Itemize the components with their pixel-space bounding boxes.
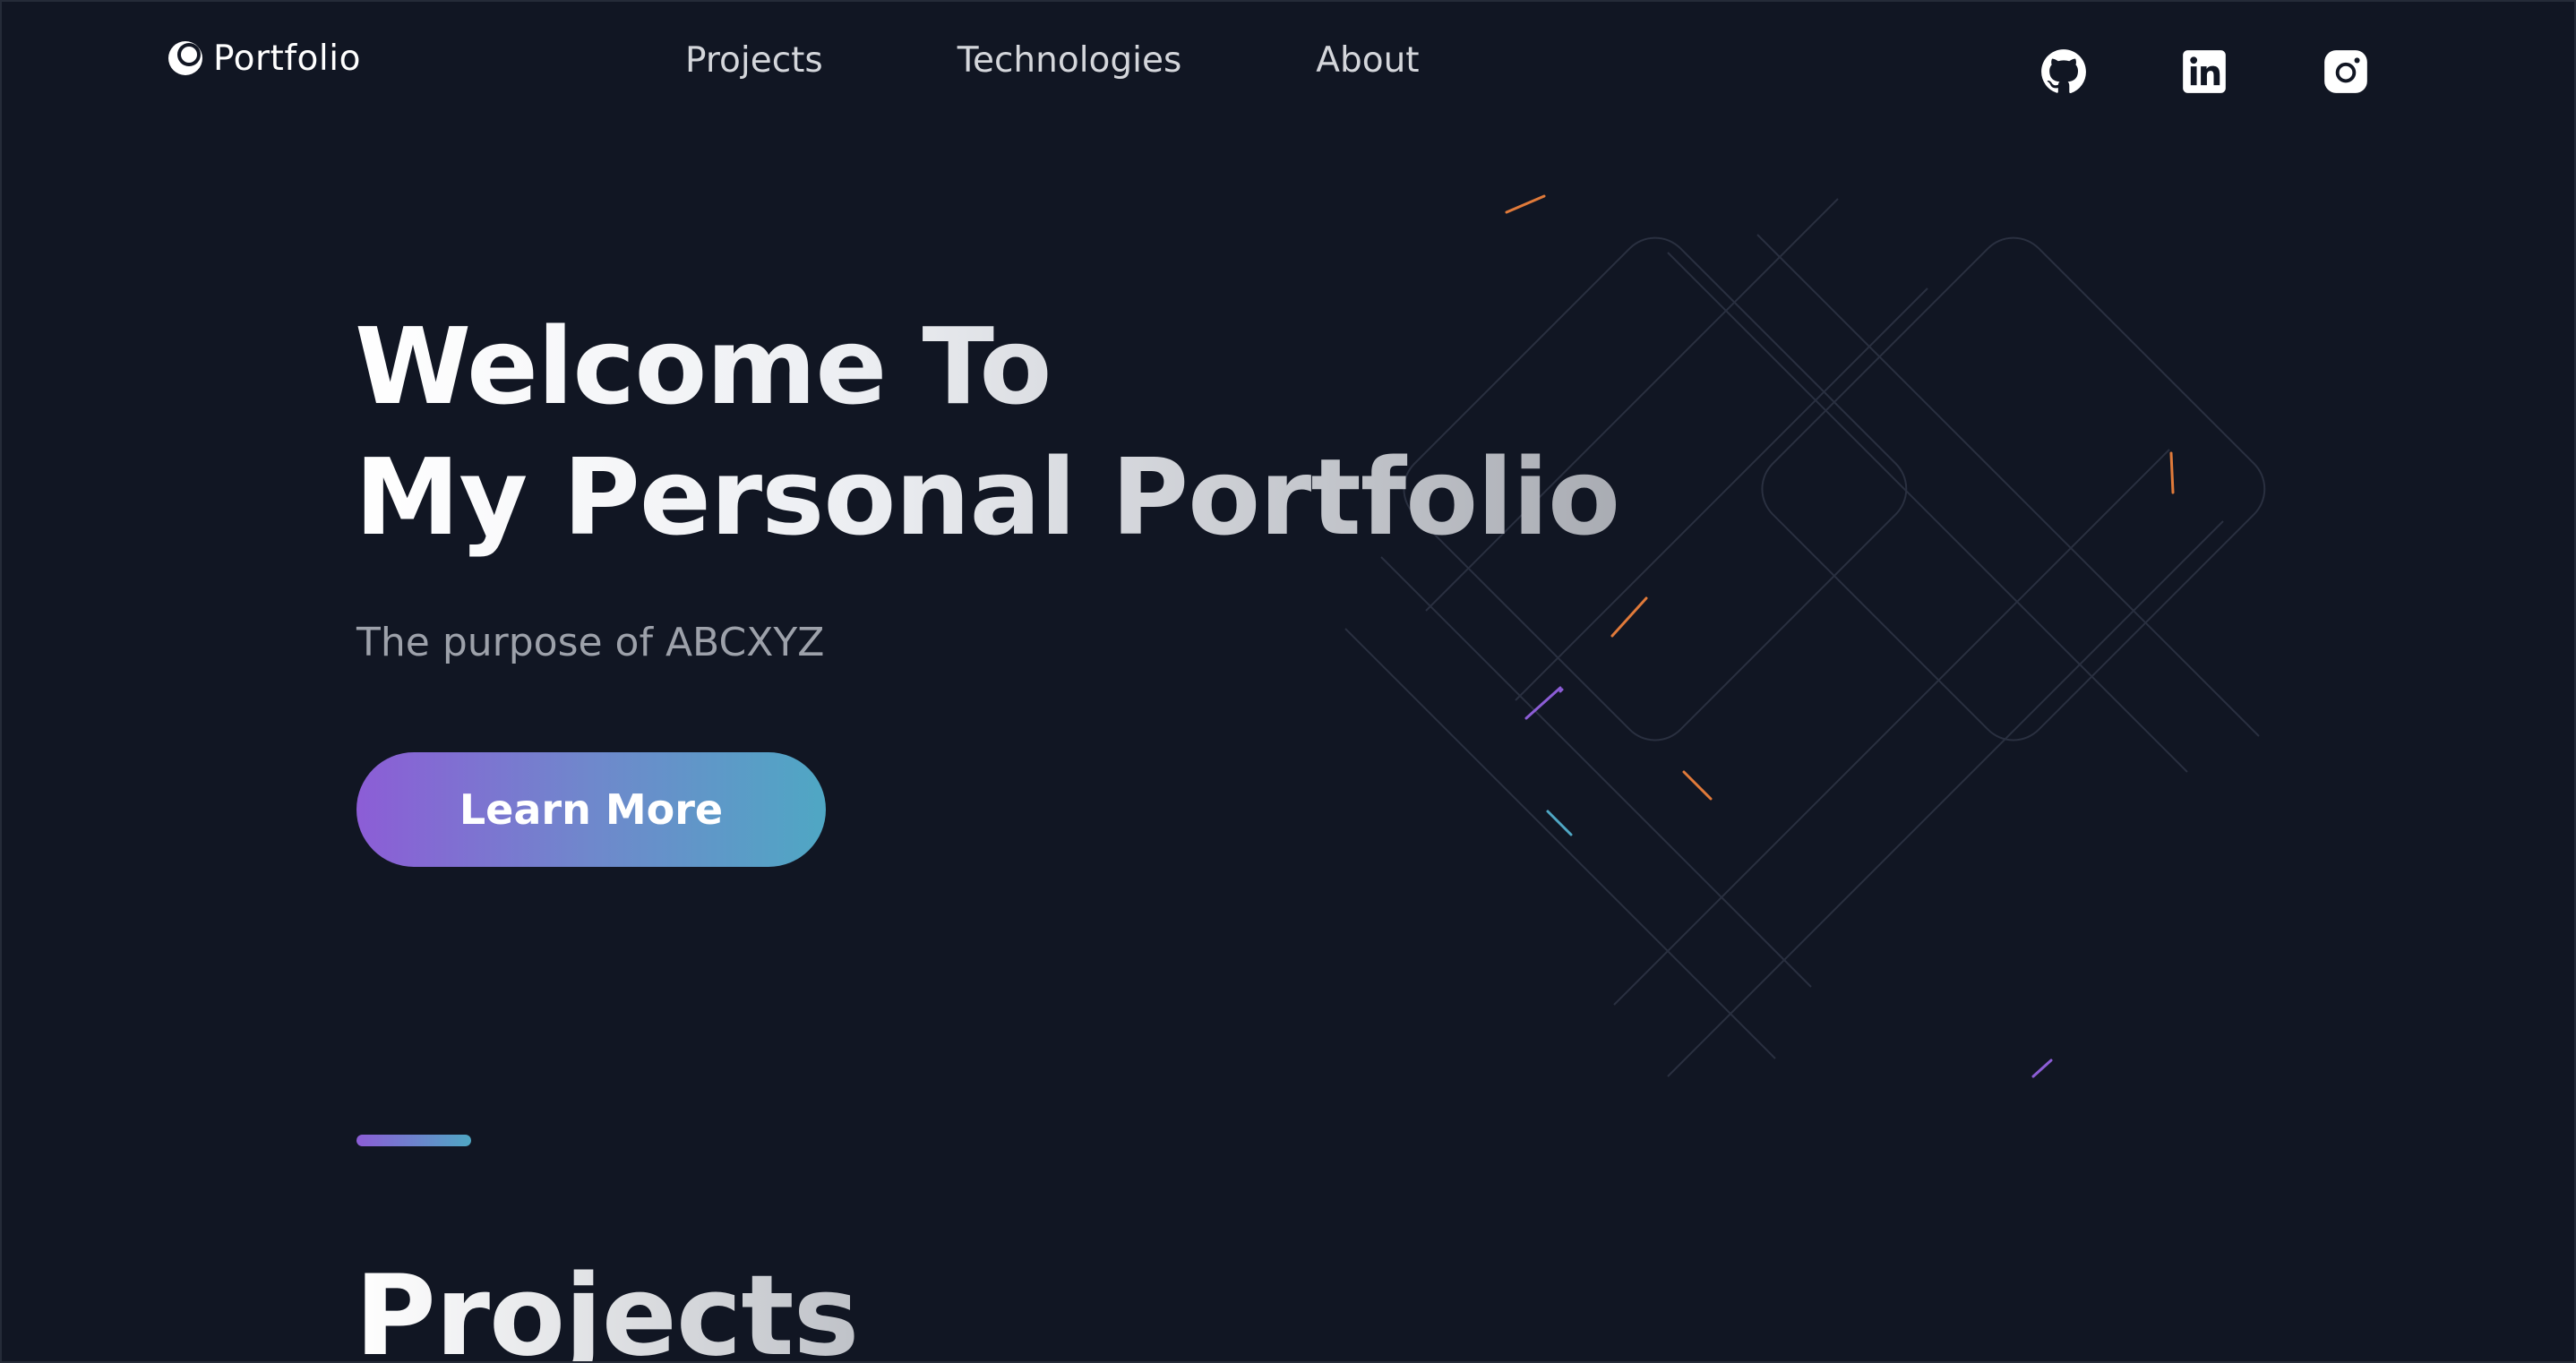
instagram-icon xyxy=(2324,50,2367,93)
instagram-link[interactable] xyxy=(2323,48,2369,95)
github-icon xyxy=(2041,49,2086,94)
main-nav: Projects Technologies About xyxy=(685,38,1420,82)
nav-link-projects[interactable]: Projects xyxy=(685,40,823,81)
hero-title-line-1: Welcome To xyxy=(355,304,1052,428)
linkedin-icon xyxy=(2183,50,2226,93)
nav-link-about[interactable]: About xyxy=(1316,40,1419,81)
brand-logo[interactable]: Portfolio xyxy=(167,36,361,81)
section-divider-bar xyxy=(356,1135,471,1146)
github-link[interactable] xyxy=(2040,48,2087,95)
hero-subtitle: The purpose of ABCXYZ xyxy=(356,620,825,665)
brand-name: Portfolio xyxy=(213,38,361,79)
linkedin-link[interactable] xyxy=(2181,48,2228,95)
nav-link-technologies[interactable]: Technologies xyxy=(957,40,1182,81)
page-frame: Portfolio Projects Technologies About We… xyxy=(0,0,2576,1363)
crescent-logo-icon xyxy=(168,41,202,75)
projects-section-title: Projects xyxy=(355,1245,859,1361)
learn-more-button[interactable]: Learn More xyxy=(356,752,826,867)
hero-title: Welcome To My Personal Portfolio xyxy=(355,301,1619,562)
hero-title-line-2: My Personal Portfolio xyxy=(355,435,1620,559)
